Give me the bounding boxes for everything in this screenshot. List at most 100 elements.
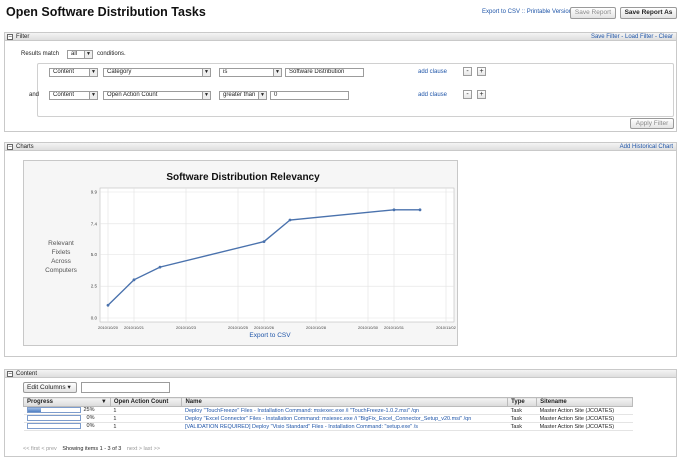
- chevron-down-icon: ▼: [202, 92, 210, 99]
- collapse-icon[interactable]: −: [7, 34, 13, 40]
- clause-operator-value: greater than: [223, 92, 256, 98]
- clause-value-input[interactable]: Software Distribution: [285, 68, 364, 77]
- y-axis-label-line: Fixlets: [52, 249, 72, 256]
- collapse-icon[interactable]: −: [7, 371, 13, 377]
- progress-percent: 0%: [86, 423, 95, 430]
- content-search-input[interactable]: [81, 382, 170, 393]
- chevron-down-icon: ▼: [89, 92, 97, 99]
- filter-section-title: Filter: [16, 34, 30, 40]
- clause-property-select[interactable]: Open Action Count ▼: [103, 91, 211, 100]
- clause-value-input[interactable]: 0: [270, 91, 349, 100]
- save-report-as-button[interactable]: Save Report As: [620, 7, 677, 19]
- x-tick-label: 2010/10/30: [358, 325, 379, 330]
- task-name-link[interactable]: [VALIDATION REQUIRED] Deploy "Visio Stan…: [181, 422, 508, 431]
- column-header-name[interactable]: Name: [181, 397, 509, 407]
- x-tick-label: 2010/10/21: [124, 325, 145, 330]
- pager-prev-links[interactable]: << first < prev: [23, 446, 57, 452]
- match-select[interactable]: all ▼: [67, 50, 93, 59]
- clause-field-value: Content: [53, 92, 75, 98]
- open-action-count-cell: 1: [110, 422, 182, 431]
- sitename-cell: Master Action Site (JCOATES): [536, 422, 633, 431]
- charts-section-title: Charts: [16, 144, 34, 150]
- clause-operator-value: is: [223, 69, 228, 75]
- y-tick-label: 5.0: [91, 252, 98, 257]
- edit-columns-button[interactable]: Edit Columns ▾: [23, 382, 77, 393]
- chart-title: Software Distribution Relevancy: [166, 172, 320, 183]
- chart-canvas: Software Distribution Relevancy 0.0 2.5 5.…: [45, 172, 457, 339]
- x-tick-label: 2010/10/20: [98, 325, 119, 330]
- apply-filter-button[interactable]: Apply Filter: [630, 118, 674, 129]
- link-separator: ::: [521, 9, 526, 15]
- task-name-link[interactable]: Deploy "TouchFreeze" Files - Installatio…: [181, 406, 508, 415]
- pager-status: Showing items 1 - 3 of 3: [62, 446, 122, 452]
- clause-property-value: Open Action Count: [107, 92, 158, 98]
- open-action-count-cell: 1: [110, 406, 182, 415]
- edit-columns-label: Edit Columns: [27, 384, 66, 391]
- table-row[interactable]: 0% 1 Deploy "Excel Connector" Files - Inst…: [23, 414, 633, 423]
- column-header-sitename[interactable]: Sitename: [536, 397, 633, 407]
- column-header-progress[interactable]: Progress ▼: [23, 397, 111, 407]
- progress-cell: 0%: [23, 414, 111, 423]
- progress-bar: [26, 423, 81, 430]
- progress-bar-fill: [27, 408, 41, 413]
- collapse-icon[interactable]: −: [7, 144, 13, 150]
- chevron-down-icon: ▼: [202, 69, 210, 76]
- y-tick-label: 2.5: [91, 284, 98, 289]
- table-row[interactable]: 25% 1 Deploy "TouchFreeze" Files - Install…: [23, 406, 633, 415]
- content-section-title: Content: [16, 371, 38, 377]
- column-header-open-action-count[interactable]: Open Action Count: [109, 397, 183, 407]
- progress-bar: [26, 407, 81, 414]
- remove-clause-button[interactable]: -: [463, 67, 472, 76]
- chevron-down-icon: ▼: [89, 69, 97, 76]
- relevancy-chart: Software Distribution Relevancy 0.0 2.5 5.…: [23, 160, 458, 346]
- charts-section-header: − Charts Add Historical Chart: [4, 142, 677, 151]
- x-tick-label: 2010/11/02: [436, 325, 456, 330]
- table-row[interactable]: 0% 1 [VALIDATION REQUIRED] Deploy "Visio S…: [23, 422, 633, 431]
- progress-percent: 25%: [83, 407, 95, 414]
- add-clause-link[interactable]: add clause: [418, 68, 447, 76]
- chevron-down-icon: ▼: [84, 51, 92, 58]
- x-axis-ticks: 2010/10/20 2010/10/21 2010/10/23 2010/10/25…: [98, 325, 457, 330]
- y-axis-label-line: Across: [51, 258, 72, 265]
- data-point: [288, 218, 292, 222]
- type-cell: Task: [507, 414, 537, 423]
- add-clause-link[interactable]: add clause: [418, 91, 447, 99]
- printable-version-link[interactable]: Printable Version: [527, 9, 572, 15]
- clause-field-select[interactable]: Content ▼: [49, 91, 98, 100]
- plot-area: [99, 187, 455, 323]
- clause-operator-select[interactable]: is ▼: [219, 68, 282, 77]
- type-cell: Task: [507, 422, 537, 431]
- clause-field-select[interactable]: Content ▼: [49, 68, 98, 77]
- column-header-type[interactable]: Type: [507, 397, 538, 407]
- x-tick-label: 2010/10/28: [306, 325, 327, 330]
- clause-operator-select[interactable]: greater than ▼: [219, 91, 267, 100]
- filter-actions-links[interactable]: Save Filter - Load Filter - Clear: [591, 33, 673, 41]
- x-tick-label: 2010/10/31: [384, 325, 405, 330]
- data-point: [262, 240, 266, 244]
- export-csv-link[interactable]: Export to CSV: [482, 9, 520, 15]
- pager-next-links[interactable]: next > last >>: [127, 446, 160, 452]
- progress-cell: 25%: [23, 406, 111, 415]
- sitename-cell: Master Action Site (JCOATES): [536, 406, 633, 415]
- task-name-link[interactable]: Deploy "Excel Connector" Files - Install…: [181, 414, 508, 423]
- sitename-cell: Master Action Site (JCOATES): [536, 414, 633, 423]
- add-historical-chart-link[interactable]: Add Historical Chart: [620, 143, 673, 151]
- open-action-count-cell: 1: [110, 414, 182, 423]
- chart-export-csv-link[interactable]: Export to CSV: [249, 332, 291, 339]
- y-axis-ticks: 0.0 2.5 5.0 7.4 9.9: [91, 190, 98, 321]
- save-report-button[interactable]: Save Report: [570, 7, 616, 19]
- progress-cell: 0%: [23, 422, 111, 431]
- add-clause-button[interactable]: +: [477, 67, 486, 76]
- y-tick-label: 0.0: [91, 316, 98, 321]
- filter-section-header: − Filter Save Filter - Load Filter - Cle…: [4, 32, 677, 41]
- results-match-label: Results match: [21, 51, 60, 57]
- remove-clause-button[interactable]: -: [463, 90, 472, 99]
- header-bar: Open Software Distribution Tasks Export …: [0, 0, 681, 24]
- chevron-down-icon: ▼: [273, 69, 281, 76]
- add-clause-button[interactable]: +: [477, 90, 486, 99]
- data-point: [158, 265, 162, 269]
- page-title: Open Software Distribution Tasks: [6, 5, 206, 19]
- type-cell: Task: [507, 406, 537, 415]
- filter-panel: Results match all ▼ conditions. Content …: [4, 41, 677, 132]
- clause-property-select[interactable]: Category ▼: [103, 68, 211, 77]
